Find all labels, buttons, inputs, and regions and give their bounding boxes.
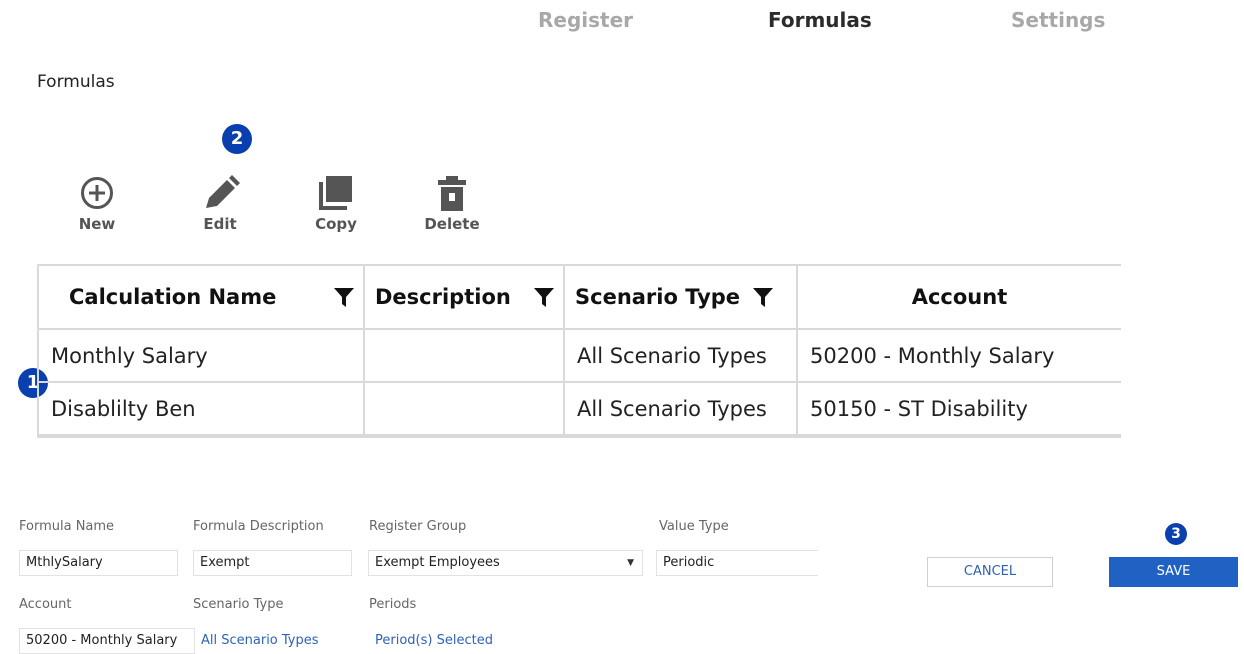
scenario-type-label: Scenario Type xyxy=(193,597,284,612)
register-group-label: Register Group xyxy=(369,519,467,534)
formula-name-label: Formula Name xyxy=(19,519,115,534)
delete-button[interactable]: Delete xyxy=(412,175,492,233)
cell-calculation-name: Disablilty Ben xyxy=(39,382,365,436)
tab-formulas[interactable]: Formulas xyxy=(768,8,872,32)
formula-description-field[interactable]: Exempt xyxy=(193,550,352,576)
tab-settings[interactable]: Settings xyxy=(1011,8,1105,32)
account-field[interactable]: 50200 - Monthly Salary xyxy=(19,628,195,654)
cell-scenario-type: All Scenario Types xyxy=(564,329,798,383)
page-title: Formulas xyxy=(37,72,115,92)
cancel-button[interactable]: CANCEL xyxy=(927,557,1053,587)
copy-button[interactable]: Copy xyxy=(296,175,376,233)
formula-description-label: Formula Description xyxy=(193,519,324,534)
save-button[interactable]: SAVE xyxy=(1109,557,1238,587)
formulas-grid: Calculation Name Description Scenario Ty… xyxy=(37,264,1121,438)
callout-badge-3: 3 xyxy=(1165,523,1187,545)
value-type-label: Value Type xyxy=(659,519,729,534)
column-header-account[interactable]: Account xyxy=(797,266,1121,330)
table-row[interactable]: Disablilty Ben All Scenario Types 50150 … xyxy=(39,382,1121,436)
register-group-select[interactable]: Exempt Employees ▼ xyxy=(368,550,643,576)
periods-link[interactable]: Period(s) Selected xyxy=(375,633,493,648)
pencil-icon xyxy=(180,175,260,211)
column-header-calculation-name[interactable]: Calculation Name xyxy=(39,266,365,330)
register-group-value: Exempt Employees xyxy=(375,555,500,570)
cell-description xyxy=(364,329,565,383)
edit-button[interactable]: Edit xyxy=(180,175,260,233)
filter-icon[interactable] xyxy=(333,286,355,308)
trash-icon xyxy=(412,175,492,211)
copy-icon xyxy=(296,175,376,211)
new-label: New xyxy=(78,215,116,233)
value-type-field[interactable]: Periodic xyxy=(656,550,818,576)
copy-label: Copy xyxy=(315,215,357,233)
callout-badge-2: 2 xyxy=(222,124,252,154)
scenario-type-link[interactable]: All Scenario Types xyxy=(201,633,319,648)
periods-label: Periods xyxy=(369,597,417,612)
dropdown-arrow-icon: ▼ xyxy=(627,558,634,568)
column-header-description[interactable]: Description xyxy=(364,266,565,330)
tab-register[interactable]: Register xyxy=(538,8,633,32)
cell-calculation-name: Monthly Salary xyxy=(39,329,365,383)
delete-label: Delete xyxy=(424,215,480,233)
edit-label: Edit xyxy=(203,215,237,233)
column-header-scenario-type[interactable]: Scenario Type xyxy=(564,266,798,330)
cell-account: 50150 - ST Disability xyxy=(797,382,1121,436)
plus-circle-icon xyxy=(57,175,137,211)
grid-header-row: Calculation Name Description Scenario Ty… xyxy=(39,266,1121,330)
formula-name-field[interactable]: MthlySalary xyxy=(19,550,178,576)
filter-icon[interactable] xyxy=(533,286,555,308)
account-label: Account xyxy=(19,597,72,612)
filter-icon[interactable] xyxy=(752,286,774,308)
cell-account: 50200 - Monthly Salary xyxy=(797,329,1121,383)
table-row[interactable]: Monthly Salary All Scenario Types 50200 … xyxy=(39,329,1121,383)
cell-description xyxy=(364,382,565,436)
cell-scenario-type: All Scenario Types xyxy=(564,382,798,436)
new-button[interactable]: New xyxy=(57,175,137,233)
